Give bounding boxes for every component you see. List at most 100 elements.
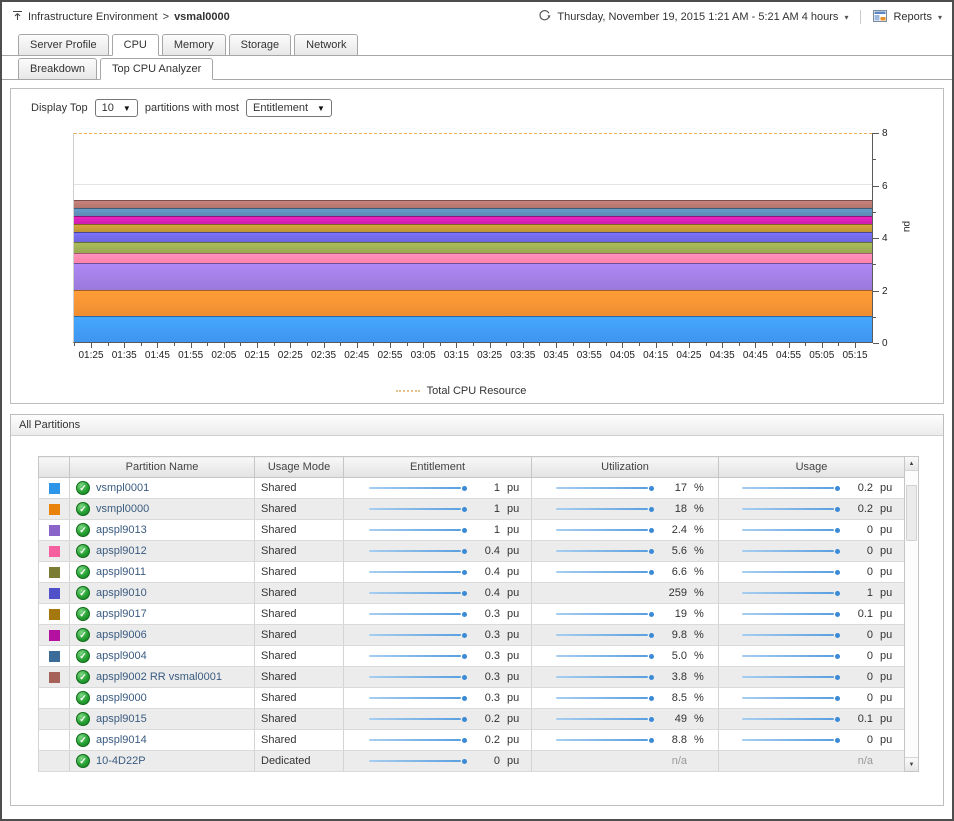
usage-value: 0	[847, 671, 873, 683]
entitlement-unit: pu	[507, 692, 525, 704]
cell-entitlement: 0pu	[344, 751, 532, 772]
tab-cpu[interactable]: CPU	[112, 34, 159, 56]
partition-name-link[interactable]: apspl9002 RR vsmal0001	[96, 671, 222, 683]
breadcrumb-root[interactable]: Infrastructure Environment	[28, 11, 158, 23]
sparkline	[556, 571, 648, 573]
area-band-apspl9010	[74, 232, 872, 243]
utilization-value: 3.8	[661, 671, 687, 683]
partition-name-link[interactable]: apspl9013	[96, 524, 147, 536]
area-band-apspl9002-rr-vsmal0001	[74, 200, 872, 208]
status-ok-icon: ✓	[76, 712, 90, 726]
series-color-swatch	[49, 609, 60, 620]
sparkline	[742, 718, 834, 720]
table-row[interactable]: ✓10-4D22PDedicated0pun/an/a	[39, 751, 905, 772]
table-row[interactable]: ✓apspl9017Shared0.3pu19%0.1pu	[39, 604, 905, 625]
entitlement-unit: pu	[507, 629, 525, 641]
timerange-dropdown-arrow[interactable]: ▾	[844, 13, 848, 22]
x-minor-tick	[506, 343, 507, 346]
partition-name-link[interactable]: apspl9011	[96, 566, 146, 578]
partition-name-wrap: ✓apspl9012	[76, 544, 248, 558]
entitlement-unit: pu	[507, 671, 525, 683]
partition-name-link[interactable]: apspl9015	[96, 713, 147, 725]
table-row[interactable]: ✓apspl9010Shared0.4pu259%1pu	[39, 583, 905, 604]
series-color-swatch	[49, 483, 60, 494]
table-row[interactable]: ✓apspl9013Shared1pu2.4%0pu	[39, 520, 905, 541]
partition-name-link[interactable]: apspl9004	[96, 650, 147, 662]
partition-name-link[interactable]: apspl9014	[96, 734, 147, 746]
usage-value: 0	[847, 629, 873, 641]
sparkline-endpoint	[462, 654, 467, 659]
table-row[interactable]: ✓apspl9006Shared0.3pu9.8%0pu	[39, 625, 905, 646]
partition-name-wrap: ✓apspl9006	[76, 628, 248, 642]
total-cpu-resource-threshold-line	[74, 133, 872, 134]
sparkline	[556, 487, 648, 489]
status-ok-icon: ✓	[76, 586, 90, 600]
chart-legend: Total CPU Resource	[11, 385, 911, 397]
partition-name-link[interactable]: apspl9000	[96, 692, 147, 704]
partition-name-link[interactable]: 10-4D22P	[96, 755, 146, 767]
table-row[interactable]: ✓apspl9015Shared0.2pu49%0.1pu	[39, 709, 905, 730]
x-tick	[124, 343, 125, 348]
sparkline-endpoint	[462, 612, 467, 617]
area-band-apspl9011	[74, 242, 872, 253]
y-tick-label: 8	[882, 128, 888, 139]
metric-usage: 1pu	[725, 587, 898, 599]
metric-usage: 0.2pu	[725, 503, 898, 515]
x-tick	[855, 343, 856, 348]
tab-memory[interactable]: Memory	[162, 34, 226, 56]
navigate-up-icon[interactable]	[12, 10, 23, 24]
cell-usage-mode: Shared	[255, 478, 344, 499]
partition-name-link[interactable]: vsmpl0001	[96, 482, 149, 494]
series-color-swatch	[49, 504, 60, 515]
partition-name-link[interactable]: vsmpl0000	[96, 503, 149, 515]
column-header-usage-mode: Usage Mode	[255, 457, 344, 478]
tab-storage[interactable]: Storage	[229, 34, 292, 56]
table-row[interactable]: ✓apspl9014Shared0.2pu8.8%0pu	[39, 730, 905, 751]
status-ok-icon: ✓	[76, 754, 90, 768]
cell-usage: 0.2pu	[719, 478, 905, 499]
entitlement-value: 0.3	[474, 608, 500, 620]
reports-dropdown-arrow[interactable]: ▾	[938, 13, 942, 22]
table-row[interactable]: ✓apspl9000Shared0.3pu8.5%0pu	[39, 688, 905, 709]
partition-name-link[interactable]: apspl9017	[96, 608, 147, 620]
cell-color	[39, 562, 70, 583]
y-tick	[873, 186, 879, 187]
table-row[interactable]: ✓apspl9012Shared0.4pu5.6%0pu	[39, 541, 905, 562]
cell-utilization: 9.8%	[532, 625, 719, 646]
metric-select[interactable]: Entitlement ▼	[246, 99, 332, 117]
metric-utilization: 17%	[538, 482, 712, 494]
metric-entitlement: 1pu	[350, 524, 525, 536]
timerange-label[interactable]: Thursday, November 19, 2015 1:21 AM - 5:…	[557, 11, 838, 23]
scroll-up-button[interactable]: ▲	[905, 457, 918, 471]
cell-usage-mode: Shared	[255, 520, 344, 541]
utilization-value: 8.5	[661, 692, 687, 704]
table-row[interactable]: ✓vsmpl0001Shared1pu17%0.2pu	[39, 478, 905, 499]
table-row[interactable]: ✓apspl9002 RR vsmal0001Shared0.3pu3.8%0p…	[39, 667, 905, 688]
cell-color	[39, 646, 70, 667]
x-tick	[689, 343, 690, 348]
table-row[interactable]: ✓vsmpl0000Shared1pu18%0.2pu	[39, 499, 905, 520]
table-scrollbar[interactable]: ▲ ▼	[904, 456, 919, 772]
tab-server-profile[interactable]: Server Profile	[18, 34, 109, 56]
reports-label[interactable]: Reports	[893, 11, 932, 23]
subtab-top-cpu-analyzer[interactable]: Top CPU Analyzer	[100, 58, 213, 80]
sparkline	[369, 592, 461, 594]
cell-utilization: 5.6%	[532, 541, 719, 562]
top-count-select[interactable]: 10 ▼	[95, 99, 138, 117]
sparkline	[742, 613, 834, 615]
partition-name-link[interactable]: apspl9006	[96, 629, 147, 641]
table-row[interactable]: ✓apspl9011Shared0.4pu6.6%0pu	[39, 562, 905, 583]
partition-name-link[interactable]: apspl9010	[96, 587, 147, 599]
metric-usage: 0pu	[725, 566, 898, 578]
tab-network[interactable]: Network	[294, 34, 358, 56]
subtab-breakdown[interactable]: Breakdown	[18, 58, 97, 80]
partition-name-link[interactable]: apspl9012	[96, 545, 147, 557]
metric-utilization: 19%	[538, 608, 712, 620]
table-row[interactable]: ✓apspl9004Shared0.3pu5.0%0pu	[39, 646, 905, 667]
x-tick-label: 02:45	[344, 350, 369, 361]
cell-utilization: 5.0%	[532, 646, 719, 667]
scrollbar-thumb[interactable]	[906, 485, 917, 541]
entitlement-value: 0.3	[474, 671, 500, 683]
scroll-down-button[interactable]: ▼	[905, 757, 918, 771]
metric-usage: 0pu	[725, 524, 898, 536]
